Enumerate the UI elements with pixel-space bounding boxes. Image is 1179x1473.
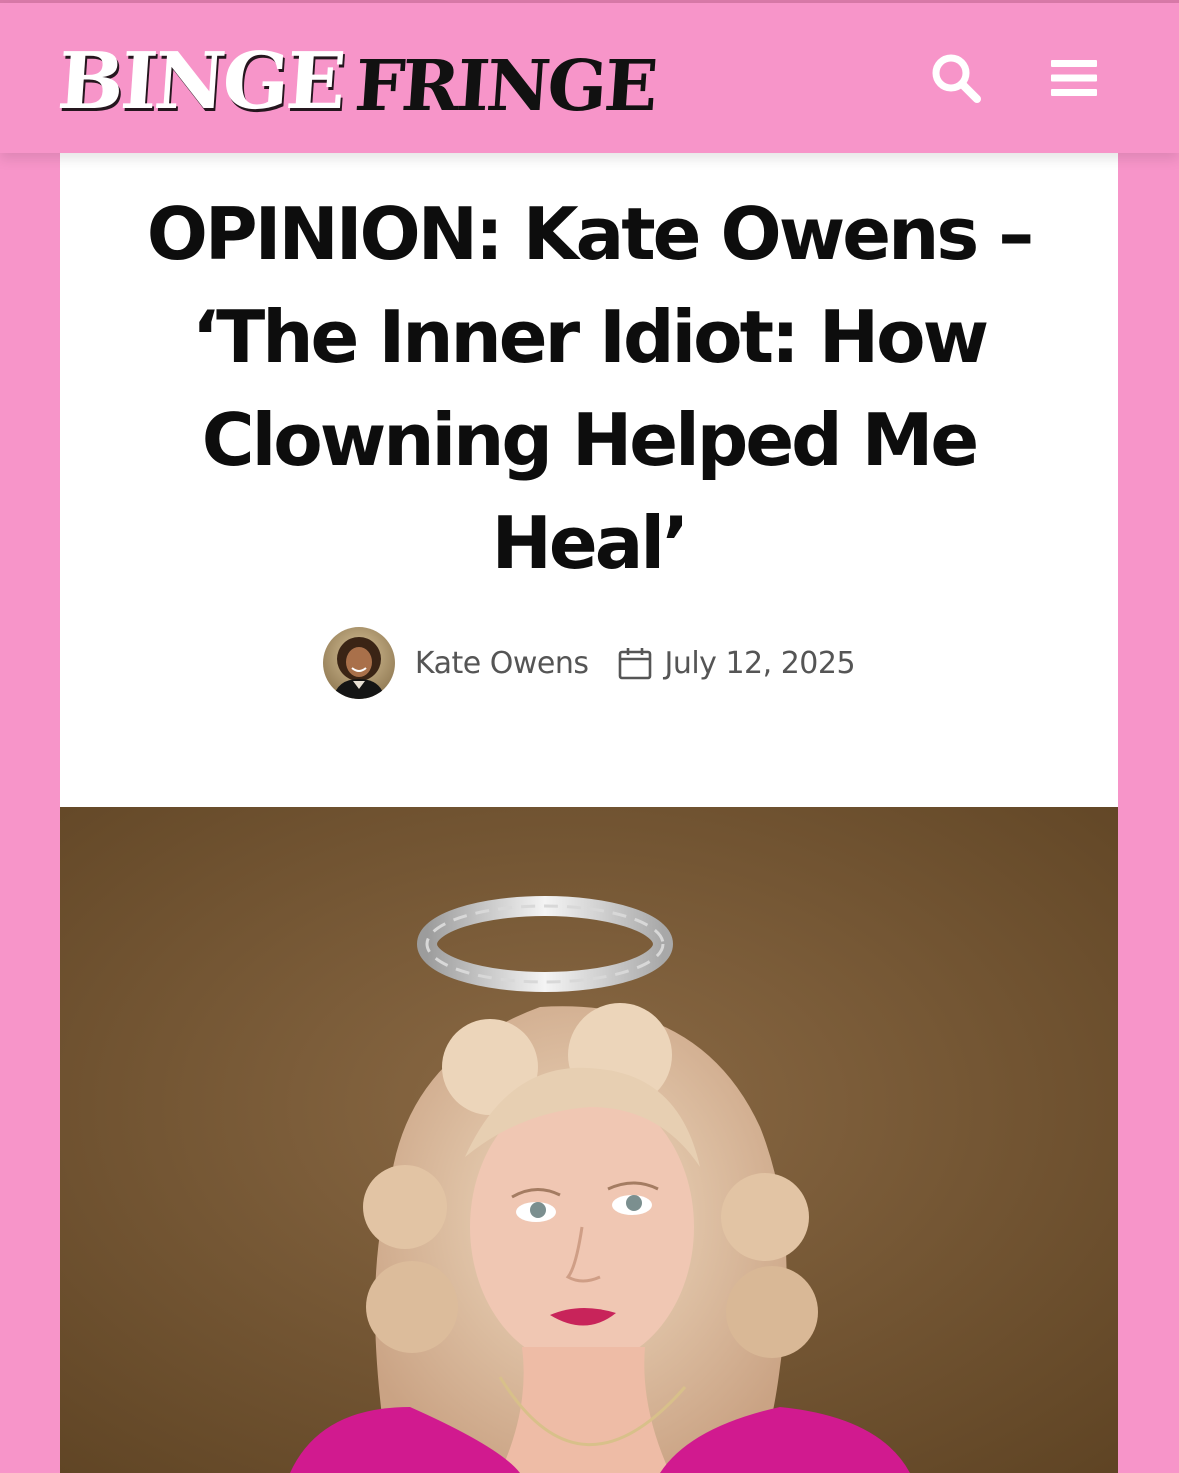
author-avatar-image xyxy=(322,627,395,699)
logo-word-fringe: FRINGE xyxy=(351,44,658,127)
calendar-icon xyxy=(618,646,652,680)
article-headline: OPINION: Kate Owens – ‘The Inner Idiot: … xyxy=(146,192,1035,585)
menu-button[interactable] xyxy=(1044,48,1104,108)
featured-image xyxy=(60,807,1118,1473)
article-card: OPINION: Kate Owens – ‘The Inner Idiot: … xyxy=(60,153,1118,807)
site-header: BINGE FRINGE xyxy=(0,3,1179,153)
author-name-link[interactable]: Kate Owens xyxy=(415,646,589,681)
search-button[interactable] xyxy=(926,48,986,108)
search-icon xyxy=(932,54,981,103)
featured-portrait xyxy=(60,807,1118,1473)
hamburger-menu-icon xyxy=(1051,60,1097,96)
author-avatar[interactable] xyxy=(322,627,395,699)
article-meta: Kate Owens July 12, 2025 xyxy=(60,626,1118,700)
publish-date: July 12, 2025 xyxy=(664,645,856,681)
logo-word-binge: BINGE xyxy=(54,36,346,127)
site-logo[interactable]: BINGE FRINGE xyxy=(54,29,658,127)
